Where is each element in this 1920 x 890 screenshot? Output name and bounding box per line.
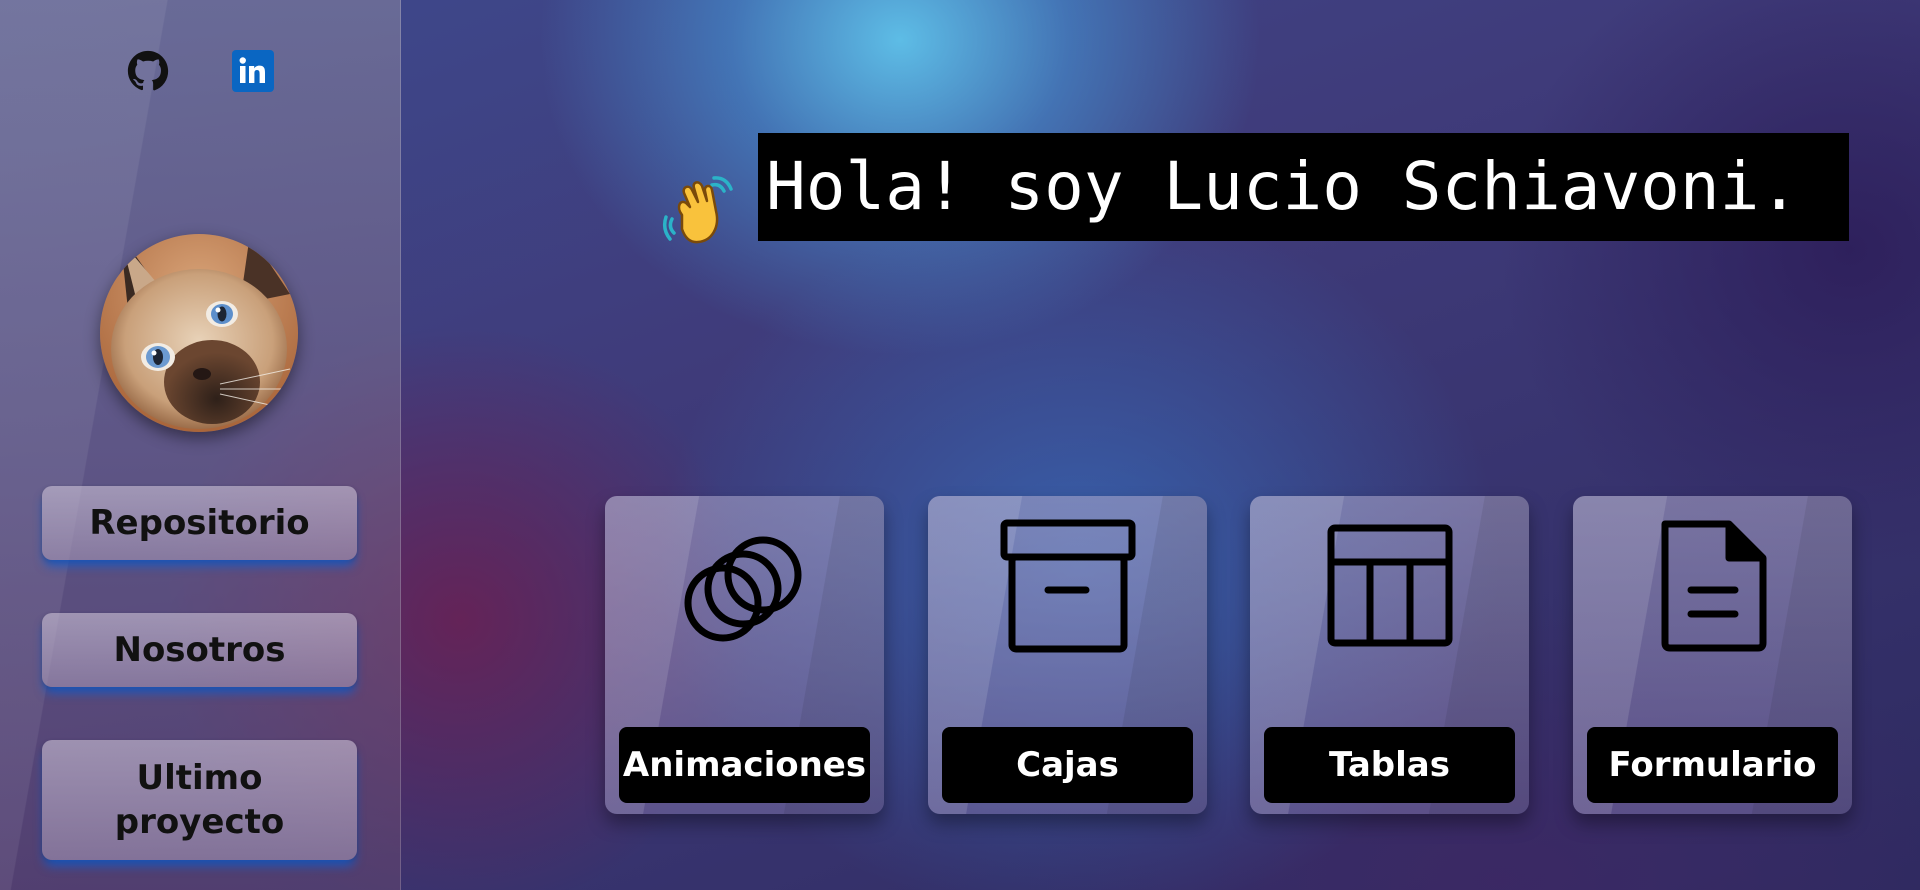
document-icon: [1661, 520, 1767, 652]
card-cajas-label: Cajas: [942, 727, 1193, 803]
github-icon: [127, 50, 169, 91]
table-icon: [1327, 524, 1453, 647]
nav-ultimo-proyecto-label: Ultimo proyecto: [114, 758, 285, 842]
card-formulario[interactable]: Formulario: [1573, 496, 1852, 814]
card-tablas-label: Tablas: [1264, 727, 1515, 803]
circles-icon: [684, 536, 802, 642]
cat-avatar: [100, 234, 298, 432]
greeting-banner: Hola! soy Lucio Schiavoni.: [758, 133, 1849, 241]
card-animaciones[interactable]: Animaciones: [605, 496, 884, 814]
nav-nosotros-button[interactable]: Nosotros: [42, 613, 357, 687]
archive-box-icon: [1000, 519, 1136, 653]
github-link[interactable]: [127, 50, 169, 92]
greeting-text: Hola! soy Lucio Schiavoni.: [766, 148, 1800, 225]
nav-repositorio-button[interactable]: Repositorio: [42, 486, 357, 560]
linkedin-link[interactable]: [232, 50, 274, 92]
waving-hand-icon: [662, 175, 734, 247]
avatar: [100, 234, 298, 432]
linkedin-icon: [232, 50, 274, 92]
card-tablas[interactable]: Tablas: [1250, 496, 1529, 814]
card-animaciones-label: Animaciones: [619, 727, 870, 803]
nav-ultimo-proyecto-button[interactable]: Ultimo proyecto: [42, 740, 357, 860]
card-cajas[interactable]: Cajas: [928, 496, 1207, 814]
nav-nosotros-label: Nosotros: [113, 630, 286, 670]
sidebar: Repositorio Nosotros Ultimo proyecto: [0, 0, 401, 890]
nav-repositorio-label: Repositorio: [89, 503, 310, 543]
card-formulario-label: Formulario: [1587, 727, 1838, 803]
